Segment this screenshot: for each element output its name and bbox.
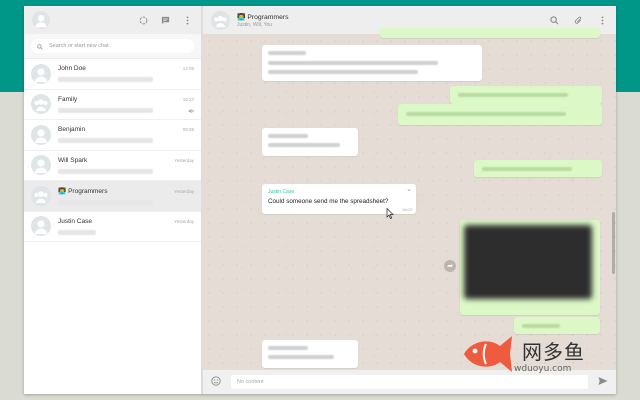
chat-time: 14:05 <box>182 66 194 72</box>
chat-preview-blurred <box>58 107 154 113</box>
chat-time: Yesterday <box>174 218 194 224</box>
chat-name: Benjamin <box>58 126 86 134</box>
chat-time: 09:39 <box>182 127 194 133</box>
search-icon[interactable] <box>549 15 560 26</box>
chat-preview-blurred <box>58 199 154 205</box>
chat-preview-blurred <box>58 77 154 83</box>
message-bubble-outgoing[interactable] <box>450 86 602 104</box>
chat-name: Will Spark <box>58 156 88 164</box>
search-bar <box>24 34 201 59</box>
mouse-cursor-icon <box>386 208 394 219</box>
menu-icon[interactable] <box>597 15 608 26</box>
contact-avatar <box>31 216 51 237</box>
contact-avatar <box>31 63 51 84</box>
chat-preview-blurred <box>58 168 154 174</box>
search-input[interactable] <box>49 43 188 49</box>
chat-name: Justin Case <box>58 217 92 225</box>
message-text: Could someone send me the spreadsheet? <box>268 198 389 205</box>
conversation-members: Justin, Will, You <box>237 21 273 28</box>
message-bubble-outgoing[interactable] <box>474 160 602 177</box>
chat-preview-blurred <box>58 229 97 235</box>
emoji-icon[interactable] <box>211 373 221 391</box>
forward-icon[interactable]: ➦ <box>444 260 456 272</box>
technologist-emoji: 👨‍💻 <box>58 187 67 195</box>
chat-item-john-doe[interactable]: John Doe 14:05 <box>24 59 201 90</box>
watermark-url: wduoyu.com <box>514 364 572 374</box>
message-area[interactable]: Justin Case Could someone send me the sp… <box>202 28 616 370</box>
chat-item-justin-case[interactable]: Justin Case Yesterday <box>24 212 201 242</box>
message-bubble-incoming[interactable] <box>262 128 358 156</box>
message-bubble-incoming[interactable] <box>262 45 482 81</box>
chat-time: 10:27 <box>182 96 194 102</box>
watermark-text: 网多鱼 <box>522 340 585 364</box>
new-chat-icon[interactable] <box>160 15 171 26</box>
site-watermark: 网多鱼 wduoyu.com <box>460 330 610 380</box>
group-avatar <box>31 94 51 115</box>
chat-item-will-spark[interactable]: Will Spark Yesterday <box>24 151 201 181</box>
message-bubble-outgoing[interactable] <box>398 104 602 125</box>
menu-icon[interactable] <box>182 15 193 26</box>
sidebar-header <box>24 6 201 34</box>
chat-time: Yesterday <box>174 157 194 163</box>
attach-icon[interactable] <box>573 15 584 26</box>
status-icon[interactable] <box>138 15 149 26</box>
chat-preview-blurred <box>58 138 154 144</box>
image-thumbnail-blurred <box>464 225 592 299</box>
sidebar: John Doe 14:05 Family 10:27 <box>24 6 202 394</box>
contact-avatar <box>31 124 51 145</box>
chat-item-family[interactable]: Family 10:27 <box>24 90 201 120</box>
contact-avatar <box>31 155 51 176</box>
message-bubble-incoming[interactable] <box>262 340 358 368</box>
group-avatar <box>31 185 51 206</box>
chat-item-benjamin[interactable]: Benjamin 09:39 <box>24 120 201 151</box>
muted-icon <box>188 108 194 116</box>
scrollbar[interactable] <box>612 212 615 274</box>
chat-name: John Doe <box>58 65 86 73</box>
message-image-outgoing[interactable] <box>460 220 600 315</box>
chat-name: Family <box>58 95 78 103</box>
my-avatar[interactable] <box>32 11 50 29</box>
message-sender: Justin Case <box>268 189 295 195</box>
technologist-emoji: 👨‍💻 <box>237 13 246 21</box>
chat-list: John Doe 14:05 Family 10:27 Benjamin 09:… <box>24 59 201 242</box>
fish-logo-icon <box>464 336 512 372</box>
chevron-down-icon[interactable]: ⌄ <box>406 186 412 193</box>
group-avatar <box>211 10 230 30</box>
search-box <box>31 39 194 53</box>
chat-time: Yesterday <box>174 188 194 194</box>
chat-item-programmers[interactable]: 👨‍💻 Programmers Yesterday <box>24 181 201 212</box>
message-bubble-outgoing[interactable] <box>380 28 600 38</box>
message-time: 18:03 <box>401 207 412 212</box>
conversation-name: Programmers <box>247 13 289 21</box>
chat-name: Programmers <box>68 187 108 195</box>
search-icon <box>37 37 43 55</box>
